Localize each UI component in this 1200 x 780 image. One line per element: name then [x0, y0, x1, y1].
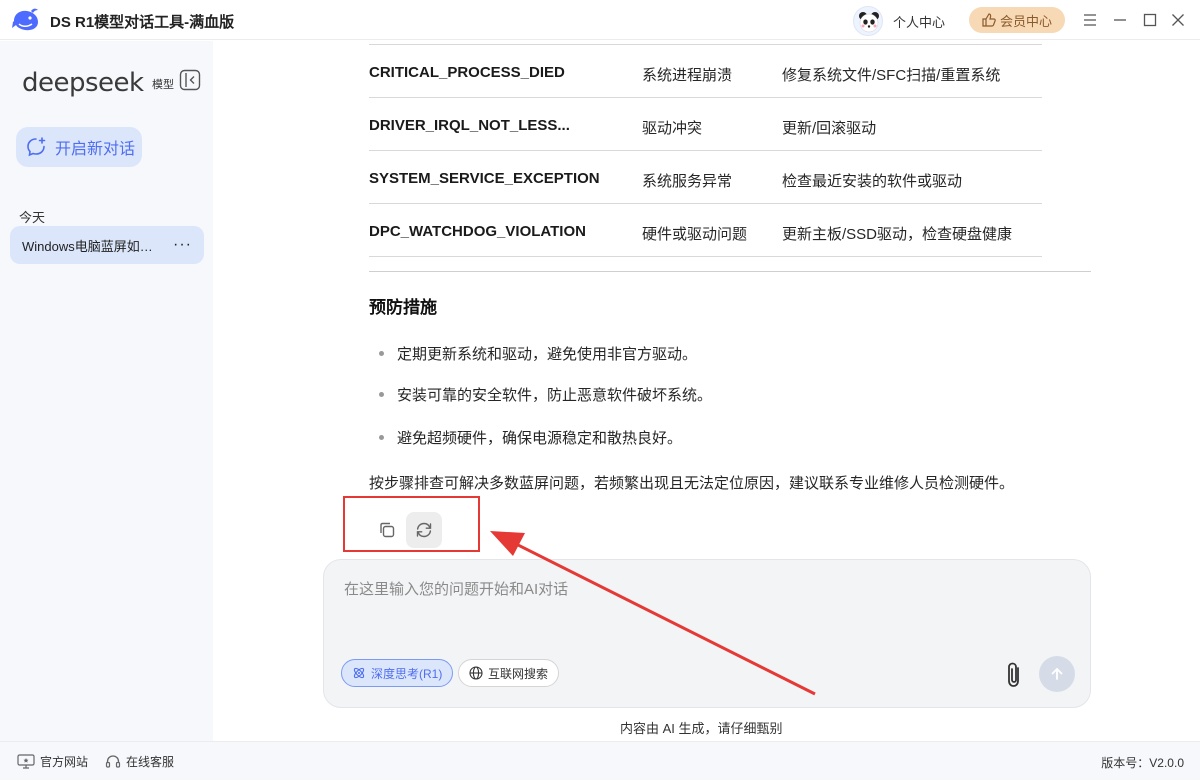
status-bar: 官方网站 在线客服 版本号：V2.0.0: [0, 741, 1200, 780]
list-item-text: 避免超频硬件，确保电源稳定和散热良好。: [397, 430, 683, 447]
list-item-text: 安装可靠的安全软件，防止恶意软件破坏系统。: [397, 387, 713, 404]
maximize-icon: [1143, 13, 1157, 27]
highlight-annotation-box: [343, 496, 480, 552]
minimize-button[interactable]: [1110, 10, 1130, 30]
table-row: CRITICAL_PROCESS_DIED 系统进程崩溃 修复系统文件/SFC扫…: [369, 45, 1042, 98]
official-website-label: 官方网站: [40, 755, 89, 769]
new-chat-icon: [27, 137, 46, 157]
summary-paragraph: 按步骤排查可解决多数蓝屏问题，若频繁出现且无法定位原因，建议联系专业维修人员检测…: [369, 475, 1015, 492]
atom-icon: [353, 667, 365, 679]
collapse-sidebar-icon[interactable]: [179, 69, 201, 91]
error-code-cell: CRITICAL_PROCESS_DIED: [369, 64, 565, 81]
reason-cell: 驱动冲突: [642, 120, 703, 137]
web-search-label: 互联网搜索: [488, 666, 549, 681]
table-row: DPC_WATCHDOG_VIOLATION 硬件或驱动问题 更新主板/SSD驱…: [369, 204, 1042, 257]
web-search-toggle[interactable]: 互联网搜索: [458, 659, 560, 687]
error-code-cell: DRIVER_IRQL_NOT_LESS...: [369, 117, 570, 134]
error-code-cell: DPC_WATCHDOG_VIOLATION: [369, 223, 586, 240]
section-header-today: 今天: [19, 210, 46, 225]
arrow-up-icon: [1051, 667, 1063, 680]
vip-center-label: 会员中心: [999, 13, 1052, 29]
monitor-icon: [17, 754, 35, 769]
close-icon: [1172, 14, 1184, 26]
vip-center-button[interactable]: 会员中心: [969, 7, 1065, 33]
minimize-icon: [1114, 19, 1126, 21]
menu-button[interactable]: [1080, 10, 1100, 30]
reason-cell: 硬件或驱动问题: [642, 226, 748, 243]
version-label: 版本号：V2.0.0: [1101, 756, 1184, 770]
globe-icon: [469, 666, 483, 680]
brand-wordmark: deepseek: [22, 68, 144, 98]
brand-subtitle: 模型: [152, 79, 174, 91]
reason-cell: 系统进程崩溃: [642, 67, 733, 84]
chat-main-area: CRITICAL_PROCESS_DIED 系统进程崩溃 修复系统文件/SFC扫…: [213, 41, 1200, 741]
list-item-text: 定期更新系统和驱动，避免使用非官方驱动。: [397, 346, 698, 363]
deep-think-toggle[interactable]: 深度思考(R1): [341, 659, 454, 687]
headset-icon: [105, 754, 121, 768]
thumbs-up-icon: [982, 13, 996, 27]
more-options-icon[interactable]: ···: [173, 236, 192, 254]
copy-icon: [380, 522, 395, 538]
error-code-cell: SYSTEM_SERVICE_EXCEPTION: [369, 170, 600, 187]
hamburger-icon: [1084, 14, 1096, 26]
online-support-link[interactable]: 在线客服: [105, 753, 174, 770]
chat-history-item[interactable]: Windows电脑蓝屏如何解决 ···: [10, 226, 204, 264]
copy-button[interactable]: [369, 512, 405, 548]
regenerate-button[interactable]: [406, 512, 442, 548]
ai-disclaimer: 内容由 AI 生成，请仔细甄别: [620, 721, 783, 736]
new-chat-button[interactable]: 开启新对话: [16, 127, 142, 167]
title-bar: DS R1模型对话工具-满血版 个人中心 会员中心: [0, 0, 1200, 40]
table-row: DRIVER_IRQL_NOT_LESS... 驱动冲突 更新/回滚驱动: [369, 98, 1042, 151]
app-title: DS R1模型对话工具-满血版: [50, 14, 235, 31]
close-button[interactable]: [1168, 10, 1188, 30]
panda-avatar-icon: [859, 12, 879, 33]
chat-history-item-label: Windows电脑蓝屏如何解决: [22, 238, 164, 254]
sidebar: deepseek 模型 开启新对话 今天 Windows电脑蓝屏如何解决 ···: [0, 41, 213, 741]
fix-cell: 更新主板/SSD驱动，检查硬盘健康: [782, 226, 1013, 243]
chat-input[interactable]: [344, 578, 984, 638]
avatar[interactable]: [853, 6, 883, 36]
table-row: SYSTEM_SERVICE_EXCEPTION 系统服务异常 检查最近安装的软…: [369, 151, 1042, 204]
refresh-icon: [416, 522, 432, 538]
whale-logo-icon: [12, 8, 38, 31]
new-chat-label: 开启新对话: [55, 141, 136, 158]
prevention-heading: 预防措施: [369, 298, 437, 317]
reason-cell: 系统服务异常: [642, 173, 733, 190]
section-divider: [369, 271, 1091, 272]
attachment-icon[interactable]: [1001, 660, 1027, 690]
maximize-button[interactable]: [1140, 10, 1160, 30]
composer: 深度思考(R1) 互联网搜索: [323, 559, 1091, 708]
send-button[interactable]: [1039, 656, 1075, 692]
fix-cell: 检查最近安装的软件或驱动: [782, 173, 963, 190]
personal-center-link[interactable]: 个人中心: [893, 12, 945, 31]
official-website-link[interactable]: 官方网站: [17, 753, 88, 770]
deep-think-label: 深度思考(R1): [371, 666, 443, 681]
online-support-label: 在线客服: [126, 755, 175, 769]
fix-cell: 修复系统文件/SFC扫描/重置系统: [782, 67, 1001, 84]
fix-cell: 更新/回滚驱动: [782, 120, 877, 137]
